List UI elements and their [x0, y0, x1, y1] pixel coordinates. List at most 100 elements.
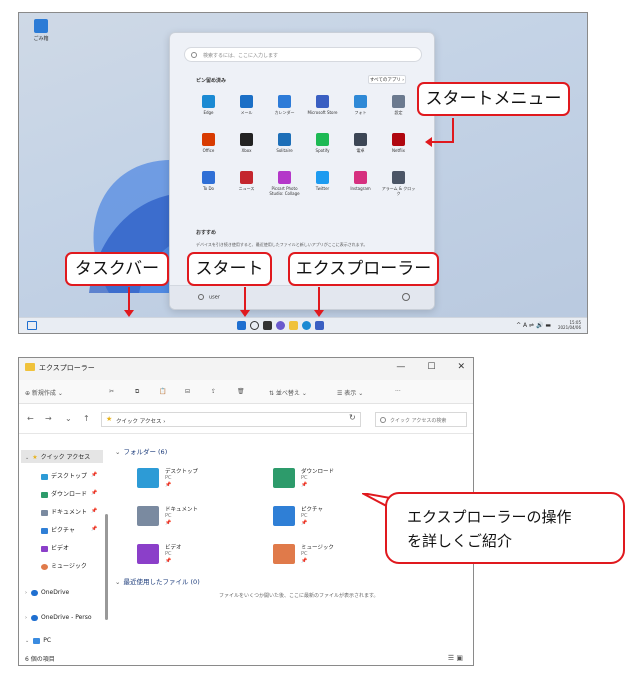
pinned-app[interactable]: Solitaire: [266, 131, 303, 165]
callout-start-menu-connector: [452, 118, 454, 142]
pinned-app[interactable]: Microsoft Store: [304, 93, 341, 127]
pinned-app[interactable]: 電卓: [342, 131, 379, 165]
pinned-app[interactable]: ニュース: [228, 169, 265, 203]
callout-explorer: エクスプローラー: [288, 252, 439, 286]
window-title: エクスプローラー: [39, 364, 95, 372]
sidebar-item-pictures[interactable]: ピクチャ: [41, 525, 75, 534]
maximize-button[interactable]: ☐: [427, 362, 435, 372]
sidebar-item-videos[interactable]: ビデオ: [41, 543, 69, 552]
app-label: Microsoft Store: [307, 110, 338, 115]
pinned-app[interactable]: Office: [190, 131, 227, 165]
store-icon[interactable]: [315, 321, 324, 330]
paste-icon[interactable]: 📋: [159, 388, 166, 395]
widgets-icon[interactable]: [27, 321, 37, 330]
chat-icon[interactable]: [276, 321, 285, 330]
pinned-app[interactable]: Instagram: [342, 169, 379, 203]
folder-item[interactable]: ドキュメント PC 📌: [137, 502, 267, 536]
pinned-app[interactable]: 設定: [380, 93, 417, 127]
refresh-button[interactable]: ↻: [349, 413, 356, 422]
app-icon: [202, 171, 215, 184]
pinned-app[interactable]: Twitter: [304, 169, 341, 203]
app-icon: [278, 95, 291, 108]
folder-location: PC: [301, 475, 308, 481]
pinned-app[interactable]: Netflix: [380, 131, 417, 165]
app-icon: [392, 95, 405, 108]
callout-start: スタート: [187, 252, 272, 286]
back-button[interactable]: ←: [27, 414, 34, 423]
delete-icon[interactable]: 🗑: [237, 388, 245, 395]
app-label: Xbox: [241, 148, 252, 153]
taskbar-center-icons: [237, 321, 324, 330]
minimize-button[interactable]: —: [396, 362, 405, 372]
sidebar-item-quick-access[interactable]: ⌄ ★ クイック アクセス: [21, 450, 103, 463]
more-options-button[interactable]: ···: [395, 388, 401, 395]
pinned-app[interactable]: Xbox: [228, 131, 265, 165]
folders-group-header[interactable]: ⌄ フォルダー (6): [115, 446, 167, 456]
recent-group-header[interactable]: ⌄ 最近使用したファイル (0): [115, 576, 200, 586]
app-label: To Do: [202, 186, 214, 191]
explorer-search-input[interactable]: クイック アクセスの検索: [375, 412, 467, 427]
sidebar-item-downloads[interactable]: ダウンロード: [41, 489, 87, 498]
copy-icon[interactable]: ⧉: [135, 388, 139, 396]
view-button[interactable]: ☰ 表示 ⌄: [337, 388, 363, 397]
pinned-app[interactable]: To Do: [190, 169, 227, 203]
recent-locations-button[interactable]: ⌄: [65, 414, 72, 423]
pin-icon: 📌: [165, 558, 172, 564]
folder-item[interactable]: ミュージック PC 📌: [273, 540, 403, 574]
folder-location: PC: [165, 475, 172, 481]
app-label: アラーム & クロック: [381, 186, 416, 196]
all-apps-button[interactable]: すべてのアプリ ›: [368, 75, 406, 84]
app-label: Instagram: [350, 186, 371, 191]
search-icon: [380, 417, 386, 423]
clock[interactable]: 15:05 2021/04/06: [558, 320, 581, 330]
download-folder-icon: [41, 491, 48, 498]
start-button-icon[interactable]: [237, 321, 246, 330]
forward-button[interactable]: →: [45, 414, 52, 423]
new-button[interactable]: ⊕ 新規作成 ⌄: [25, 388, 63, 397]
sidebar-item-onedrive[interactable]: › OneDrive: [25, 589, 69, 596]
power-icon[interactable]: [402, 293, 410, 301]
sidebar-item-documents[interactable]: ドキュメント: [41, 507, 87, 516]
pinned-app[interactable]: Picsart Photo Studio: Collage: [266, 169, 303, 203]
start-search-input[interactable]: 検索するには、ここに入力します: [184, 47, 422, 62]
sidebar-item-music[interactable]: ミュージック: [41, 561, 87, 570]
share-icon[interactable]: ⇪: [211, 388, 216, 395]
view-toggle[interactable]: ☰ ▣: [448, 654, 463, 662]
sidebar-item-desktop[interactable]: デスクトップ: [41, 471, 87, 480]
up-button[interactable]: ↑: [83, 414, 90, 423]
sort-button[interactable]: ⇅ 並べ替え ⌄: [269, 388, 307, 397]
edge-icon[interactable]: [302, 321, 311, 330]
folder-name: ビデオ: [165, 545, 182, 551]
close-button[interactable]: ✕: [457, 362, 465, 372]
system-tray[interactable]: ^ A ⇌ 🔊 ▬: [516, 322, 551, 329]
pin-icon: 📌: [301, 558, 308, 564]
cloud-icon: [31, 614, 38, 621]
cut-icon[interactable]: ✂: [109, 388, 114, 395]
pinned-app[interactable]: フォト: [342, 93, 379, 127]
star-icon: ★: [106, 415, 113, 423]
pinned-app[interactable]: Edge: [190, 93, 227, 127]
folder-item[interactable]: ビデオ PC 📌: [137, 540, 267, 574]
app-icon: [316, 95, 329, 108]
address-bar[interactable]: ★ クイック アクセス ›: [101, 412, 361, 427]
folder-name: ドキュメント: [165, 507, 199, 513]
recycle-bin-icon[interactable]: ごみ箱: [30, 19, 52, 51]
folder-item[interactable]: デスクトップ PC 📌: [137, 464, 267, 498]
user-account-button[interactable]: user: [198, 294, 220, 301]
pinned-app[interactable]: アラーム & クロック: [380, 169, 417, 203]
pinned-app[interactable]: Spotify: [304, 131, 341, 165]
sidebar-scrollbar[interactable]: [105, 514, 108, 620]
search-icon[interactable]: [250, 321, 259, 330]
window-controls: — ☐ ✕: [396, 362, 465, 372]
pinned-app[interactable]: メール: [228, 93, 265, 127]
rename-icon[interactable]: ⊟: [185, 388, 190, 395]
sidebar-item-onedrive-personal[interactable]: › OneDrive - Perso: [25, 614, 92, 621]
pin-icon: 📌: [301, 520, 308, 526]
pinned-app[interactable]: カレンダー: [266, 93, 303, 127]
title-bar: エクスプローラー — ☐ ✕: [19, 358, 473, 380]
folder-icon: [137, 468, 159, 488]
sidebar-item-pc[interactable]: ⌄ PC: [25, 637, 51, 644]
explorer-icon[interactable]: [289, 321, 298, 330]
task-view-icon[interactable]: [263, 321, 272, 330]
videos-folder-icon: [41, 545, 48, 552]
